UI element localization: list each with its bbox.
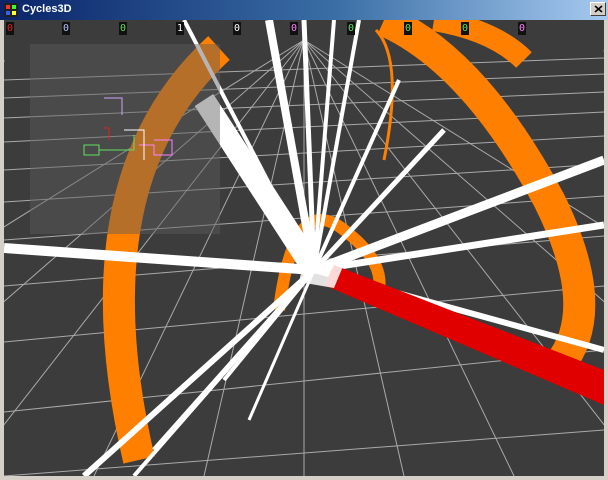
player-score: 0 [290, 22, 298, 35]
title-bar[interactable]: Cycles3D [0, 0, 608, 20]
player-score: 0 [404, 22, 412, 35]
player-score: 0 [461, 22, 469, 35]
player-score: 0 [6, 22, 14, 35]
player-score: 0 [119, 22, 127, 35]
player-score: 0 [518, 22, 526, 35]
player-score: 0 [347, 22, 355, 35]
close-button[interactable] [590, 2, 606, 16]
scoreboard: 0 0 0 1 0 0 0 0 0 0 [4, 22, 604, 36]
game-viewport[interactable]: 0 0 0 1 0 0 0 0 0 0 [4, 20, 604, 476]
player-score: 0 [62, 22, 70, 35]
minimap [30, 44, 220, 234]
arena-scene [4, 20, 604, 476]
player-score: 1 [176, 22, 184, 35]
close-icon [594, 5, 603, 13]
player-score: 0 [233, 22, 241, 35]
game-window: Cycles3D 0 0 0 1 0 0 0 0 0 0 [0, 0, 608, 480]
window-title: Cycles3D [22, 3, 72, 15]
app-icon [4, 3, 18, 17]
